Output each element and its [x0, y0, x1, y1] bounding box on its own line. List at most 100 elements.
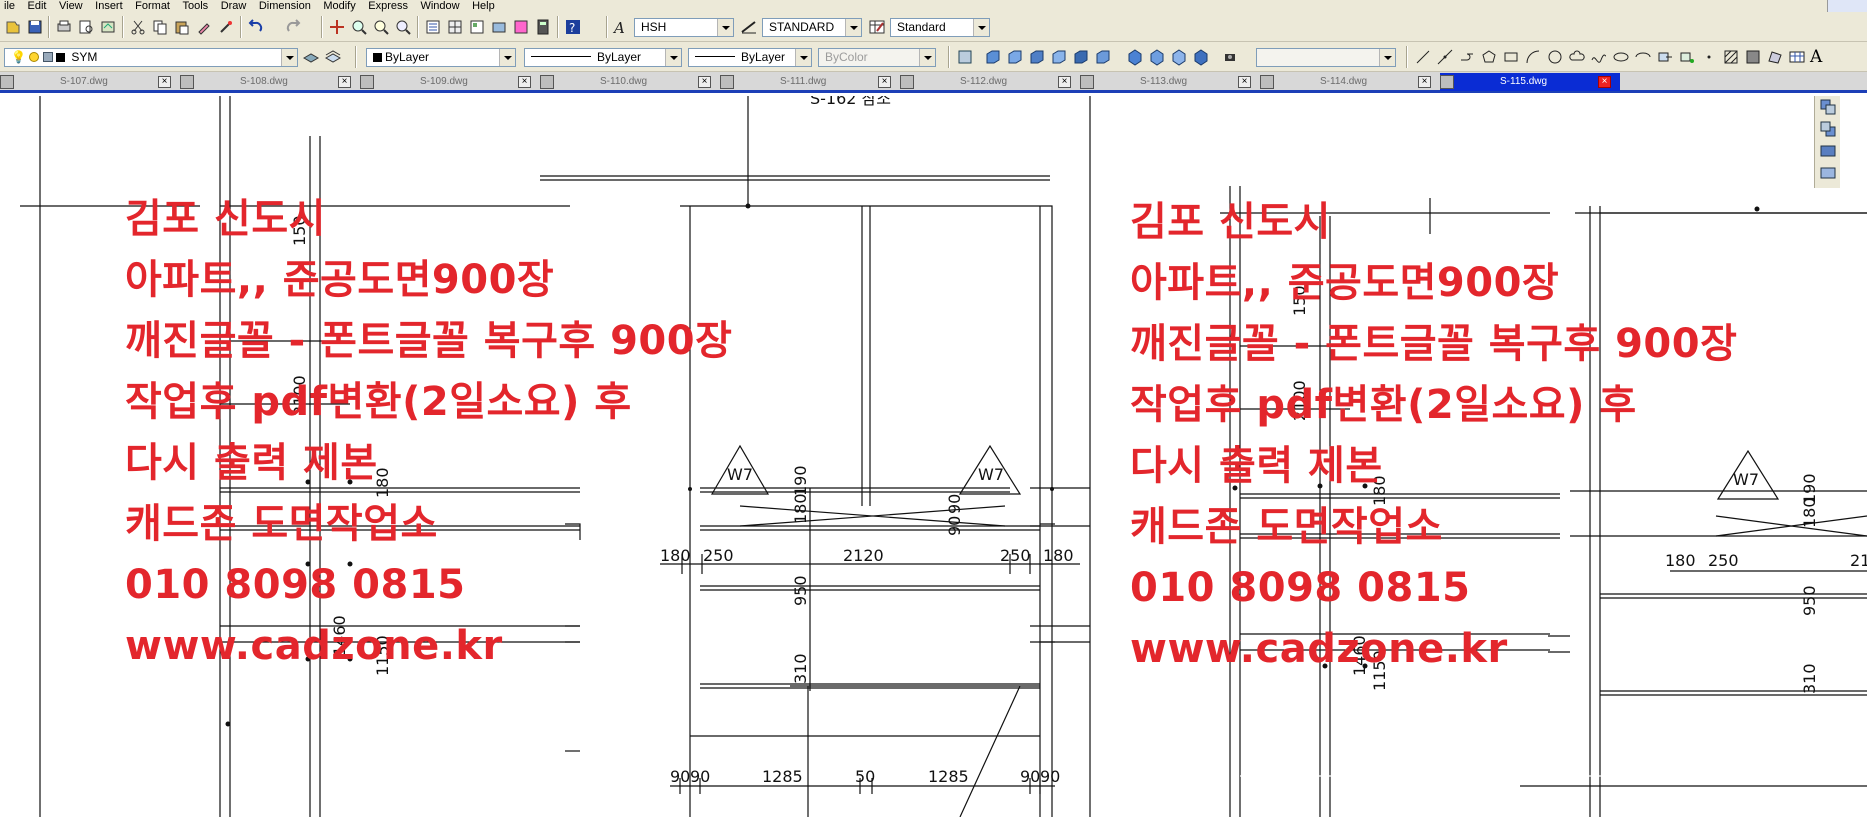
- cut-icon[interactable]: [129, 18, 147, 36]
- tab-s-114[interactable]: S-114.dwg ×: [1260, 73, 1440, 91]
- close-icon[interactable]: ×: [878, 76, 891, 88]
- menu-edit[interactable]: Edit: [24, 0, 52, 12]
- plot-preview-icon[interactable]: [77, 18, 95, 36]
- table-style-select[interactable]: Standard: [890, 18, 990, 37]
- pan-icon[interactable]: [328, 18, 346, 36]
- close-icon[interactable]: ×: [1418, 76, 1431, 88]
- help-icon[interactable]: ?: [564, 18, 582, 36]
- publish-icon[interactable]: [99, 18, 117, 36]
- draw-order-above-icon[interactable]: [1819, 142, 1837, 160]
- menu-file[interactable]: ile: [0, 0, 20, 12]
- close-icon[interactable]: ×: [1598, 76, 1611, 88]
- linetype-select[interactable]: ByLayer: [524, 48, 682, 67]
- chevron-down-icon[interactable]: [665, 49, 681, 66]
- match-properties-icon[interactable]: [195, 18, 213, 36]
- zoom-previous-icon[interactable]: [394, 18, 412, 36]
- chevron-down-icon[interactable]: [499, 49, 515, 66]
- ellipse-icon[interactable]: [1612, 48, 1630, 66]
- chevron-down-icon[interactable]: [795, 49, 811, 66]
- layer-previous-icon[interactable]: [324, 48, 342, 66]
- properties-icon[interactable]: [424, 18, 442, 36]
- construction-line-icon[interactable]: [1436, 48, 1454, 66]
- spline-icon[interactable]: [1590, 48, 1608, 66]
- polyline-icon[interactable]: [1458, 48, 1476, 66]
- menu-express[interactable]: Express: [364, 0, 413, 12]
- plot-icon[interactable]: [55, 18, 73, 36]
- draw-order-back-icon[interactable]: [1819, 120, 1837, 138]
- multiline-text-button[interactable]: A: [1810, 48, 1828, 66]
- tab-s-108[interactable]: S-108.dwg ×: [180, 73, 360, 91]
- se-iso-view-icon[interactable]: [1148, 48, 1166, 66]
- block-editor-icon[interactable]: [217, 18, 235, 36]
- close-icon[interactable]: ×: [338, 76, 351, 88]
- close-icon[interactable]: ×: [1238, 76, 1251, 88]
- tab-s-107[interactable]: S-107.dwg ×: [0, 73, 180, 91]
- table-icon[interactable]: [1788, 48, 1806, 66]
- front-view-icon[interactable]: [1072, 48, 1090, 66]
- chevron-down-icon[interactable]: [973, 19, 989, 36]
- chevron-down-icon[interactable]: [281, 49, 297, 66]
- draw-order-under-icon[interactable]: [1819, 164, 1837, 182]
- circle-icon[interactable]: [1546, 48, 1564, 66]
- left-view-icon[interactable]: [1028, 48, 1046, 66]
- make-object-layer-current-icon[interactable]: [302, 48, 320, 66]
- tab-s-113[interactable]: S-113.dwg ×: [1080, 73, 1260, 91]
- camera-icon[interactable]: [1222, 48, 1240, 66]
- close-icon[interactable]: ×: [518, 76, 531, 88]
- text-style-icon[interactable]: A: [612, 18, 630, 36]
- close-icon[interactable]: ×: [1058, 76, 1071, 88]
- menu-window[interactable]: Window: [416, 0, 464, 12]
- zoom-window-icon[interactable]: [372, 18, 390, 36]
- sun-icon[interactable]: [29, 52, 40, 62]
- paste-icon[interactable]: [173, 18, 191, 36]
- close-icon[interactable]: ×: [158, 76, 171, 88]
- tab-s-110[interactable]: S-110.dwg ×: [540, 73, 720, 91]
- chevron-down-icon[interactable]: [717, 19, 733, 36]
- back-view-icon[interactable]: [1094, 48, 1112, 66]
- named-views-icon[interactable]: [956, 48, 974, 66]
- undo-icon[interactable]: [247, 18, 265, 36]
- design-center-icon[interactable]: [446, 18, 464, 36]
- gradient-icon[interactable]: [1744, 48, 1762, 66]
- text-style-select[interactable]: HSH: [634, 18, 734, 37]
- save-icon[interactable]: [26, 18, 44, 36]
- menu-tools[interactable]: Tools: [179, 0, 214, 12]
- tab-s-109[interactable]: S-109.dwg ×: [360, 73, 540, 91]
- menu-dimension[interactable]: Dimension: [255, 0, 316, 12]
- menu-format[interactable]: Format: [131, 0, 175, 12]
- rectangle-icon[interactable]: [1502, 48, 1520, 66]
- markup-icon[interactable]: [512, 18, 530, 36]
- make-block-icon[interactable]: [1678, 48, 1696, 66]
- menu-insert[interactable]: Insert: [91, 0, 128, 12]
- lineweight-select[interactable]: ByLayer: [688, 48, 812, 67]
- tab-s-115[interactable]: S-115.dwg ×: [1440, 73, 1620, 91]
- table-style-icon[interactable]: [868, 18, 886, 36]
- copy-icon[interactable]: [151, 18, 169, 36]
- line-icon[interactable]: [1414, 48, 1432, 66]
- drawing-area[interactable]: S-162 참조 W7 W7 W7 180 250 2120 250 180 9…: [0, 96, 1867, 817]
- window-control-button[interactable]: [1827, 0, 1867, 12]
- bottom-view-icon[interactable]: [1006, 48, 1024, 66]
- tool-palettes-icon[interactable]: [468, 18, 486, 36]
- chevron-down-icon[interactable]: [845, 19, 861, 36]
- menu-help[interactable]: Help: [468, 0, 500, 12]
- draw-order-front-icon[interactable]: [1819, 98, 1837, 116]
- insert-block-icon[interactable]: [1656, 48, 1674, 66]
- sheet-set-icon[interactable]: [490, 18, 508, 36]
- ne-iso-view-icon[interactable]: [1170, 48, 1188, 66]
- color-select[interactable]: ByLayer: [366, 48, 516, 67]
- redo-icon[interactable]: [284, 18, 302, 36]
- menu-draw[interactable]: Draw: [217, 0, 252, 12]
- layer-select[interactable]: 💡 SYM: [4, 48, 298, 67]
- zoom-realtime-icon[interactable]: [350, 18, 368, 36]
- qnew-icon[interactable]: [4, 18, 22, 36]
- region-icon[interactable]: [1766, 48, 1784, 66]
- arc-icon[interactable]: [1524, 48, 1542, 66]
- menu-view[interactable]: View: [55, 0, 88, 12]
- lock-icon[interactable]: [42, 52, 53, 62]
- sw-iso-view-icon[interactable]: [1126, 48, 1144, 66]
- dim-style-select[interactable]: STANDARD: [762, 18, 862, 37]
- polygon-icon[interactable]: [1480, 48, 1498, 66]
- top-view-icon[interactable]: [984, 48, 1002, 66]
- ellipse-arc-icon[interactable]: [1634, 48, 1652, 66]
